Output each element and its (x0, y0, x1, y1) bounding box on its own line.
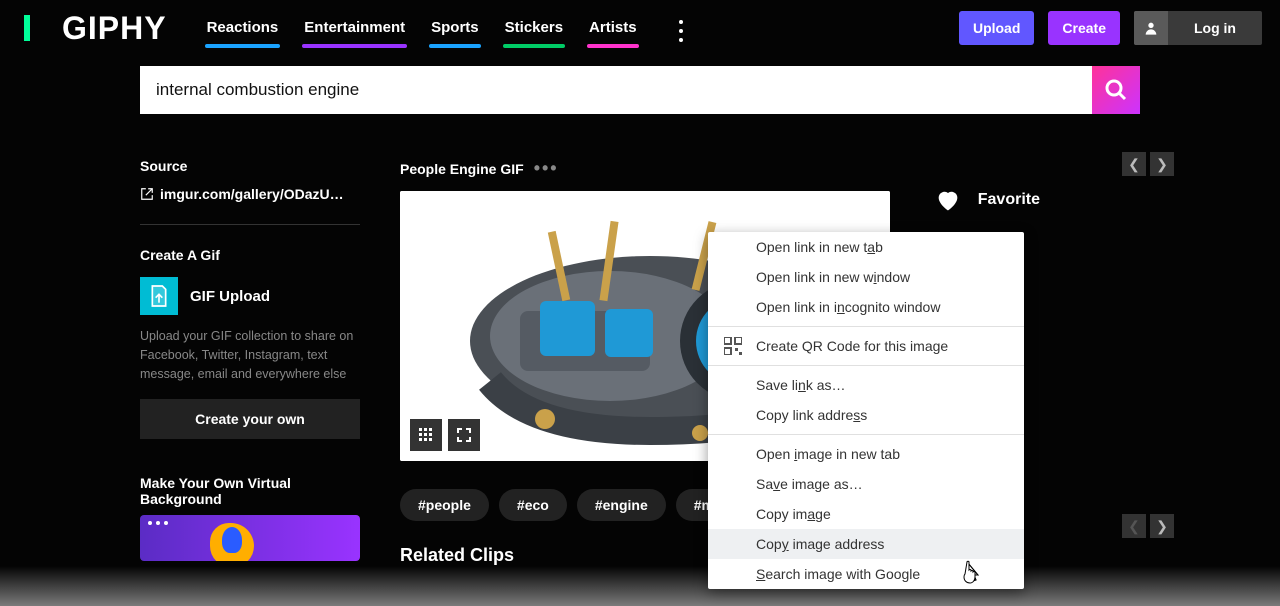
context-menu-item[interactable]: Save link as… (708, 370, 1024, 400)
context-menu-item[interactable]: Copy image address (708, 529, 1024, 559)
logo[interactable]: GIPHY (62, 10, 167, 47)
more-icon[interactable]: ••• (534, 158, 559, 179)
favorite-button[interactable]: Favorite (934, 186, 1040, 214)
brand-accent (24, 15, 30, 41)
context-menu-separator (708, 326, 1024, 327)
external-link-icon (140, 187, 154, 201)
nav-reactions[interactable]: Reactions (205, 11, 281, 46)
related-nav-arrows: ❮ ❯ (1122, 514, 1174, 538)
context-menu-item[interactable]: Open image in new tab (708, 439, 1024, 469)
login-box[interactable]: Log in (1134, 11, 1262, 45)
create-button[interactable]: Create (1048, 11, 1120, 45)
context-menu-item[interactable]: Open link in incognito window (708, 292, 1024, 322)
heart-icon (934, 186, 962, 214)
next-gif-button[interactable]: ❯ (1150, 152, 1174, 176)
context-menu-item[interactable]: Copy link address (708, 400, 1024, 430)
gif-controls (410, 419, 480, 451)
gif-title-row: People Engine GIF ••• (400, 158, 1160, 179)
header: GIPHY Reactions Entertainment Sports Sti… (0, 0, 1280, 56)
gif-upload-label: GIF Upload (190, 288, 270, 305)
create-gif-label: Create A Gif (140, 247, 360, 263)
gif-nav-arrows: ❮ ❯ (1122, 152, 1174, 176)
tag-people[interactable]: #people (400, 489, 489, 521)
create-your-own-button[interactable]: Create your own (140, 399, 360, 439)
nav: Reactions Entertainment Sports Stickers … (205, 11, 697, 46)
search-button[interactable] (1092, 66, 1140, 114)
gif-upload-description: Upload your GIF collection to share on F… (140, 327, 360, 383)
search-icon (1104, 78, 1128, 102)
sidebar: Source imgur.com/gallery/ODazU… Create A… (140, 158, 360, 574)
tag-eco[interactable]: #eco (499, 489, 567, 521)
upload-button[interactable]: Upload (959, 11, 1034, 45)
context-menu-separator (708, 434, 1024, 435)
favorite-label: Favorite (978, 191, 1040, 209)
tag-engine[interactable]: #engine (577, 489, 666, 521)
pointer-cursor-icon (960, 560, 984, 588)
divider (140, 224, 360, 225)
prev-gif-button[interactable]: ❮ (1122, 152, 1146, 176)
source-label: Source (140, 158, 360, 174)
avatar-icon (1134, 11, 1168, 45)
grid-view-icon[interactable] (410, 419, 442, 451)
gif-title: People Engine GIF (400, 161, 524, 177)
related-next-button[interactable]: ❯ (1150, 514, 1174, 538)
virtual-bg-label: Make Your Own Virtual Background (140, 475, 360, 507)
context-menu-item[interactable]: Copy image (708, 499, 1024, 529)
nav-stickers[interactable]: Stickers (503, 11, 565, 46)
upload-file-icon (140, 277, 178, 315)
context-menu-item[interactable]: Open link in new tab (708, 232, 1024, 262)
context-menu-item[interactable]: Open link in new window (708, 262, 1024, 292)
source-link-text: imgur.com/gallery/ODazU… (160, 186, 344, 202)
search-bar (140, 66, 1140, 114)
context-menu: Open link in new tabOpen link in new win… (708, 232, 1024, 589)
nav-entertainment[interactable]: Entertainment (302, 11, 407, 46)
related-prev-button[interactable]: ❮ (1122, 514, 1146, 538)
virtual-bg-thumb[interactable] (140, 515, 360, 561)
gif-upload-row[interactable]: GIF Upload (140, 277, 360, 315)
bottom-fade (0, 566, 1280, 606)
login-link[interactable]: Log in (1168, 20, 1262, 36)
context-menu-separator (708, 365, 1024, 366)
nav-sports[interactable]: Sports (429, 11, 481, 46)
nav-artists[interactable]: Artists (587, 11, 639, 46)
fullscreen-icon[interactable] (448, 419, 480, 451)
qr-icon (724, 337, 742, 355)
context-menu-item[interactable]: Save image as… (708, 469, 1024, 499)
search-input[interactable] (140, 66, 1092, 114)
source-link[interactable]: imgur.com/gallery/ODazU… (140, 186, 360, 202)
nav-more-icon[interactable] (665, 16, 697, 46)
context-menu-item[interactable]: Create QR Code for this image (708, 331, 1024, 361)
